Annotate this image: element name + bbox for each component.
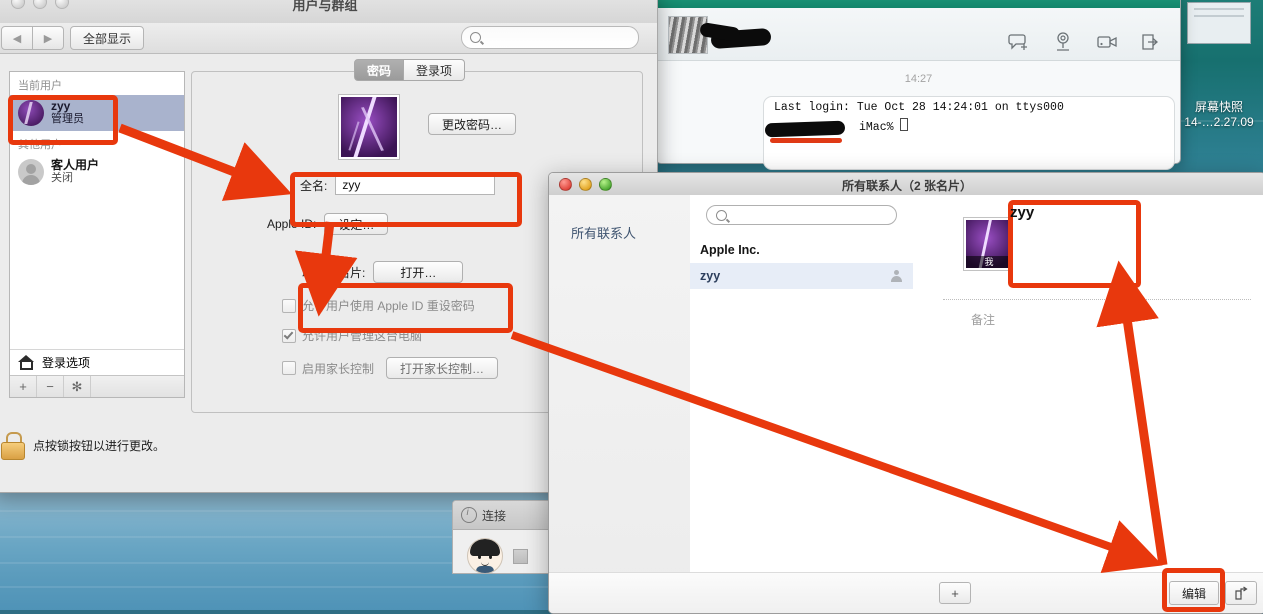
redaction-mark-hostname xyxy=(764,120,846,138)
appleid-row: Apple ID: 设定… xyxy=(267,213,389,235)
panel-tabs[interactable]: 密码 登录项 xyxy=(354,59,466,81)
checkbox-row-appleid-reset[interactable]: 允许用户使用 Apple ID 重设密码 xyxy=(282,297,475,314)
avatar xyxy=(18,100,44,126)
contact-card-avatar[interactable]: 我 xyxy=(963,217,1015,271)
fullname-label: 全名: xyxy=(300,178,328,193)
checkbox[interactable] xyxy=(282,298,296,313)
user-name: 客人用户 xyxy=(51,158,100,172)
message-timestamp: 14:27 xyxy=(904,73,933,85)
users-list[interactable]: 当前用户 zyy 管理员 其他用户 客人用户 关闭 登录选项 + − ✻ xyxy=(9,71,185,398)
add-contact-button[interactable]: + xyxy=(939,582,971,604)
avatar-me-tag: 我 xyxy=(966,256,1012,268)
desktop-file-label-line2: 14-…2.27.09 xyxy=(1184,115,1254,129)
backwindow-header: 连接 xyxy=(453,501,553,530)
terminal-caret xyxy=(900,118,909,131)
fullname-row: 全名: zyy xyxy=(300,175,496,195)
users-list-toolbar: + − ✻ xyxy=(10,375,184,397)
sidebar-item-login-options[interactable]: 登录选项 xyxy=(10,349,184,375)
group-header-current: 当前用户 xyxy=(18,80,62,92)
gear-icon[interactable]: ✻ xyxy=(64,376,91,397)
contacts-list[interactable]: Apple Inc. zyy xyxy=(690,195,914,613)
share-icon[interactable] xyxy=(1225,581,1257,605)
checkbox-label: 启用家长控制 xyxy=(302,361,375,376)
contacts-titlebar[interactable]: 所有联系人（2 张名片） xyxy=(549,173,1263,196)
sysprefs-search-field[interactable] xyxy=(461,26,639,49)
contact-detail-pane: 我 zyy 备注 xyxy=(913,195,1263,613)
user-role: 管理员 xyxy=(51,113,84,125)
page-title: 用户与群组 xyxy=(292,0,358,13)
lock-icon[interactable] xyxy=(1,432,25,460)
avatar xyxy=(18,159,44,185)
desktop-file-icon[interactable]: 屏幕快照 14-…2.27.09 xyxy=(1178,2,1260,130)
change-password-button[interactable]: 更改密码… xyxy=(428,113,517,135)
search-icon xyxy=(716,209,727,221)
list-item[interactable]: zyy xyxy=(690,263,913,289)
open-parental-controls-button[interactable]: 打开家长控制… xyxy=(386,357,499,379)
user-avatar-lightning[interactable] xyxy=(338,94,400,160)
contact-name: Apple Inc. xyxy=(700,243,760,257)
tab-login-items[interactable]: 登录项 xyxy=(404,59,466,81)
checkbox[interactable] xyxy=(282,328,296,343)
chevron-right-icon[interactable]: ▶ xyxy=(33,26,64,50)
nav-buttons[interactable]: ◀ ▶ xyxy=(1,26,64,50)
home-icon xyxy=(18,355,35,370)
contacts-window[interactable]: 所有联系人（2 张名片） 所有联系人 Apple Inc. zyy 我 zyy … xyxy=(548,172,1263,614)
background-connect-window[interactable]: 连接 xyxy=(452,500,554,574)
person-icon xyxy=(890,269,903,283)
lock-row[interactable]: 点按锁按钮以进行更改。 xyxy=(1,432,166,460)
messages-titlebar[interactable] xyxy=(657,0,1180,8)
lock-hint-text: 点按锁按钮以进行更改。 xyxy=(33,438,166,453)
checkbox-row-admin[interactable]: 允许用户管理这台电脑 xyxy=(282,327,422,344)
show-all-button[interactable]: 全部显示 xyxy=(70,26,145,50)
checkbox-row-parental[interactable]: 启用家长控制 打开家长控制… xyxy=(282,357,499,379)
new-chat-icon[interactable] xyxy=(1008,32,1030,52)
sysprefs-toolbar: ◀ ▶ 全部显示 xyxy=(0,23,657,54)
desktop-file-label-line1: 屏幕快照 xyxy=(1194,100,1243,114)
contacts-title: 所有联系人（2 张名片） xyxy=(841,179,972,193)
tab-password[interactable]: 密码 xyxy=(354,59,405,81)
group-header-other: 其他用户 xyxy=(18,139,62,151)
send-file-icon[interactable] xyxy=(1140,32,1162,52)
contact-card-name: zyy xyxy=(1031,221,1054,237)
contacts-group-sidebar[interactable]: 所有联系人 xyxy=(549,195,691,613)
add-user-button[interactable]: + xyxy=(10,376,37,397)
fullname-input[interactable]: zyy xyxy=(335,175,496,195)
edit-contact-button[interactable]: 编辑 xyxy=(1169,581,1219,605)
contact-face-avatar xyxy=(467,538,503,573)
screen-share-icon[interactable] xyxy=(1052,32,1074,52)
user-role: 关闭 xyxy=(51,172,73,184)
user-name: zyy xyxy=(51,99,71,113)
contact-notes-label: 备注 xyxy=(971,313,996,327)
placeholder-thumbnail xyxy=(513,548,528,564)
checkbox-label: 允许用户管理这台电脑 xyxy=(302,329,423,343)
info-icon[interactable] xyxy=(461,507,477,523)
backwindow-title: 连接 xyxy=(482,508,507,523)
sidebar-item-guest-user[interactable]: 客人用户 关闭 xyxy=(10,154,184,190)
open-contact-card-button[interactable]: 打开… xyxy=(373,261,464,283)
sidebar-item-user-zyy[interactable]: zyy 管理员 xyxy=(10,95,184,131)
video-call-icon[interactable] xyxy=(1096,32,1118,52)
login-options-label: 登录选项 xyxy=(42,356,91,370)
list-item[interactable]: Apple Inc. xyxy=(690,237,913,263)
chevron-left-icon[interactable]: ◀ xyxy=(1,26,33,50)
search-icon xyxy=(470,32,481,43)
terminal-line-2: iMac% xyxy=(859,121,901,134)
contacts-bottom-bar: + 编辑 xyxy=(549,572,1263,613)
appleid-set-button[interactable]: 设定… xyxy=(324,213,389,235)
backwindow-body xyxy=(453,530,553,573)
sysprefs-titlebar[interactable]: 用户与群组 xyxy=(0,0,657,24)
contact-name: zyy xyxy=(700,269,721,283)
contact-card-row: 联系人名片: 打开… xyxy=(302,261,464,283)
divider xyxy=(943,299,1251,300)
sidebar-item-all-contacts[interactable]: 所有联系人 xyxy=(549,195,690,242)
checkbox-label: 允许用户使用 Apple ID 重设密码 xyxy=(302,299,475,313)
remove-user-button[interactable]: − xyxy=(37,376,64,397)
checkbox[interactable] xyxy=(282,361,296,375)
redaction-underline xyxy=(770,138,842,143)
screenshot-file-icon xyxy=(1187,2,1251,44)
contacts-search-input[interactable] xyxy=(706,205,897,225)
appleid-label: Apple ID: xyxy=(267,217,317,231)
terminal-line-1: Last login: Tue Oct 28 14:24:01 on ttys0… xyxy=(774,101,1064,114)
contact-card-label: 联系人名片: xyxy=(302,265,366,280)
